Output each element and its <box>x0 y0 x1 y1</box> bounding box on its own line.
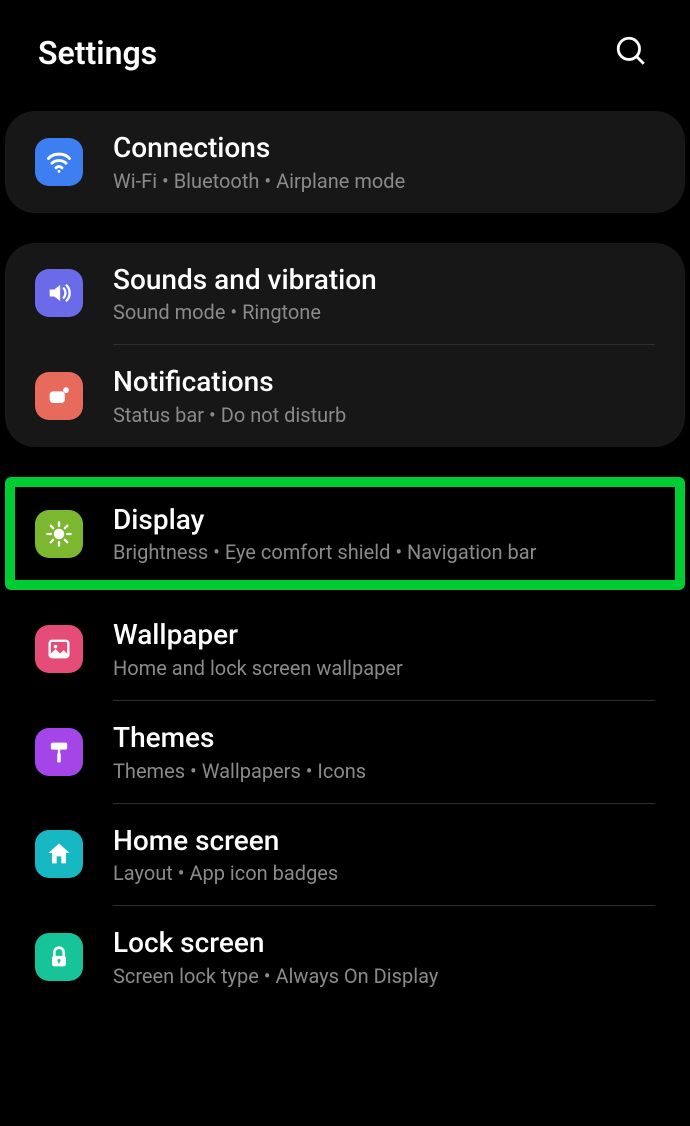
search-button[interactable] <box>610 30 652 75</box>
item-content: Connections Wi-Fi • Bluetooth • Airplane… <box>113 131 665 193</box>
item-subtitle: Screen lock type • Always On Display <box>113 964 665 988</box>
item-content: Home screen Layout • App icon badges <box>113 824 665 886</box>
settings-item-themes[interactable]: Themes Themes • Wallpapers • Icons <box>5 701 685 803</box>
item-subtitle: Wi-Fi • Bluetooth • Airplane mode <box>113 169 665 193</box>
settings-group-connections: Connections Wi-Fi • Bluetooth • Airplane… <box>5 111 685 213</box>
item-content: Sounds and vibration Sound mode • Ringto… <box>113 263 665 325</box>
item-subtitle: Brightness • Eye comfort shield • Naviga… <box>113 540 655 564</box>
item-title: Display <box>113 503 655 537</box>
item-subtitle: Sound mode • Ringtone <box>113 300 665 324</box>
item-title: Notifications <box>113 365 665 399</box>
settings-group-sound-notif: Sounds and vibration Sound mode • Ringto… <box>5 243 685 447</box>
item-content: Notifications Status bar • Do not distur… <box>113 365 665 427</box>
wifi-icon <box>35 138 83 186</box>
settings-group-personalization: Wallpaper Home and lock screen wallpaper… <box>5 598 685 1007</box>
settings-item-connections[interactable]: Connections Wi-Fi • Bluetooth • Airplane… <box>5 111 685 213</box>
settings-item-lockscreen[interactable]: Lock screen Screen lock type • Always On… <box>5 906 685 1008</box>
item-title: Sounds and vibration <box>113 263 665 297</box>
settings-item-notifications[interactable]: Notifications Status bar • Do not distur… <box>5 345 685 447</box>
item-subtitle: Home and lock screen wallpaper <box>113 656 665 680</box>
item-content: Wallpaper Home and lock screen wallpaper <box>113 618 665 680</box>
item-subtitle: Status bar • Do not disturb <box>113 403 665 427</box>
settings-item-sounds[interactable]: Sounds and vibration Sound mode • Ringto… <box>5 243 685 345</box>
settings-group-display-highlighted: Display Brightness • Eye comfort shield … <box>5 477 685 591</box>
settings-item-wallpaper[interactable]: Wallpaper Home and lock screen wallpaper <box>5 598 685 700</box>
item-content: Display Brightness • Eye comfort shield … <box>113 503 655 565</box>
settings-item-display[interactable]: Display Brightness • Eye comfort shield … <box>15 487 675 581</box>
speaker-icon <box>35 269 83 317</box>
item-content: Themes Themes • Wallpapers • Icons <box>113 721 665 783</box>
header: Settings <box>0 0 690 111</box>
paint-roller-icon <box>35 728 83 776</box>
notification-icon <box>35 372 83 420</box>
item-content: Lock screen Screen lock type • Always On… <box>113 926 665 988</box>
search-icon <box>614 34 648 68</box>
item-title: Lock screen <box>113 926 665 960</box>
settings-item-homescreen[interactable]: Home screen Layout • App icon badges <box>5 804 685 906</box>
item-subtitle: Layout • App icon badges <box>113 861 665 885</box>
item-title: Connections <box>113 131 665 165</box>
brightness-icon <box>35 510 83 558</box>
item-title: Themes <box>113 721 665 755</box>
item-title: Home screen <box>113 824 665 858</box>
item-title: Wallpaper <box>113 618 665 652</box>
page-title: Settings <box>38 34 157 72</box>
image-icon <box>35 625 83 673</box>
item-subtitle: Themes • Wallpapers • Icons <box>113 759 665 783</box>
lock-icon <box>35 933 83 981</box>
home-icon <box>35 830 83 878</box>
